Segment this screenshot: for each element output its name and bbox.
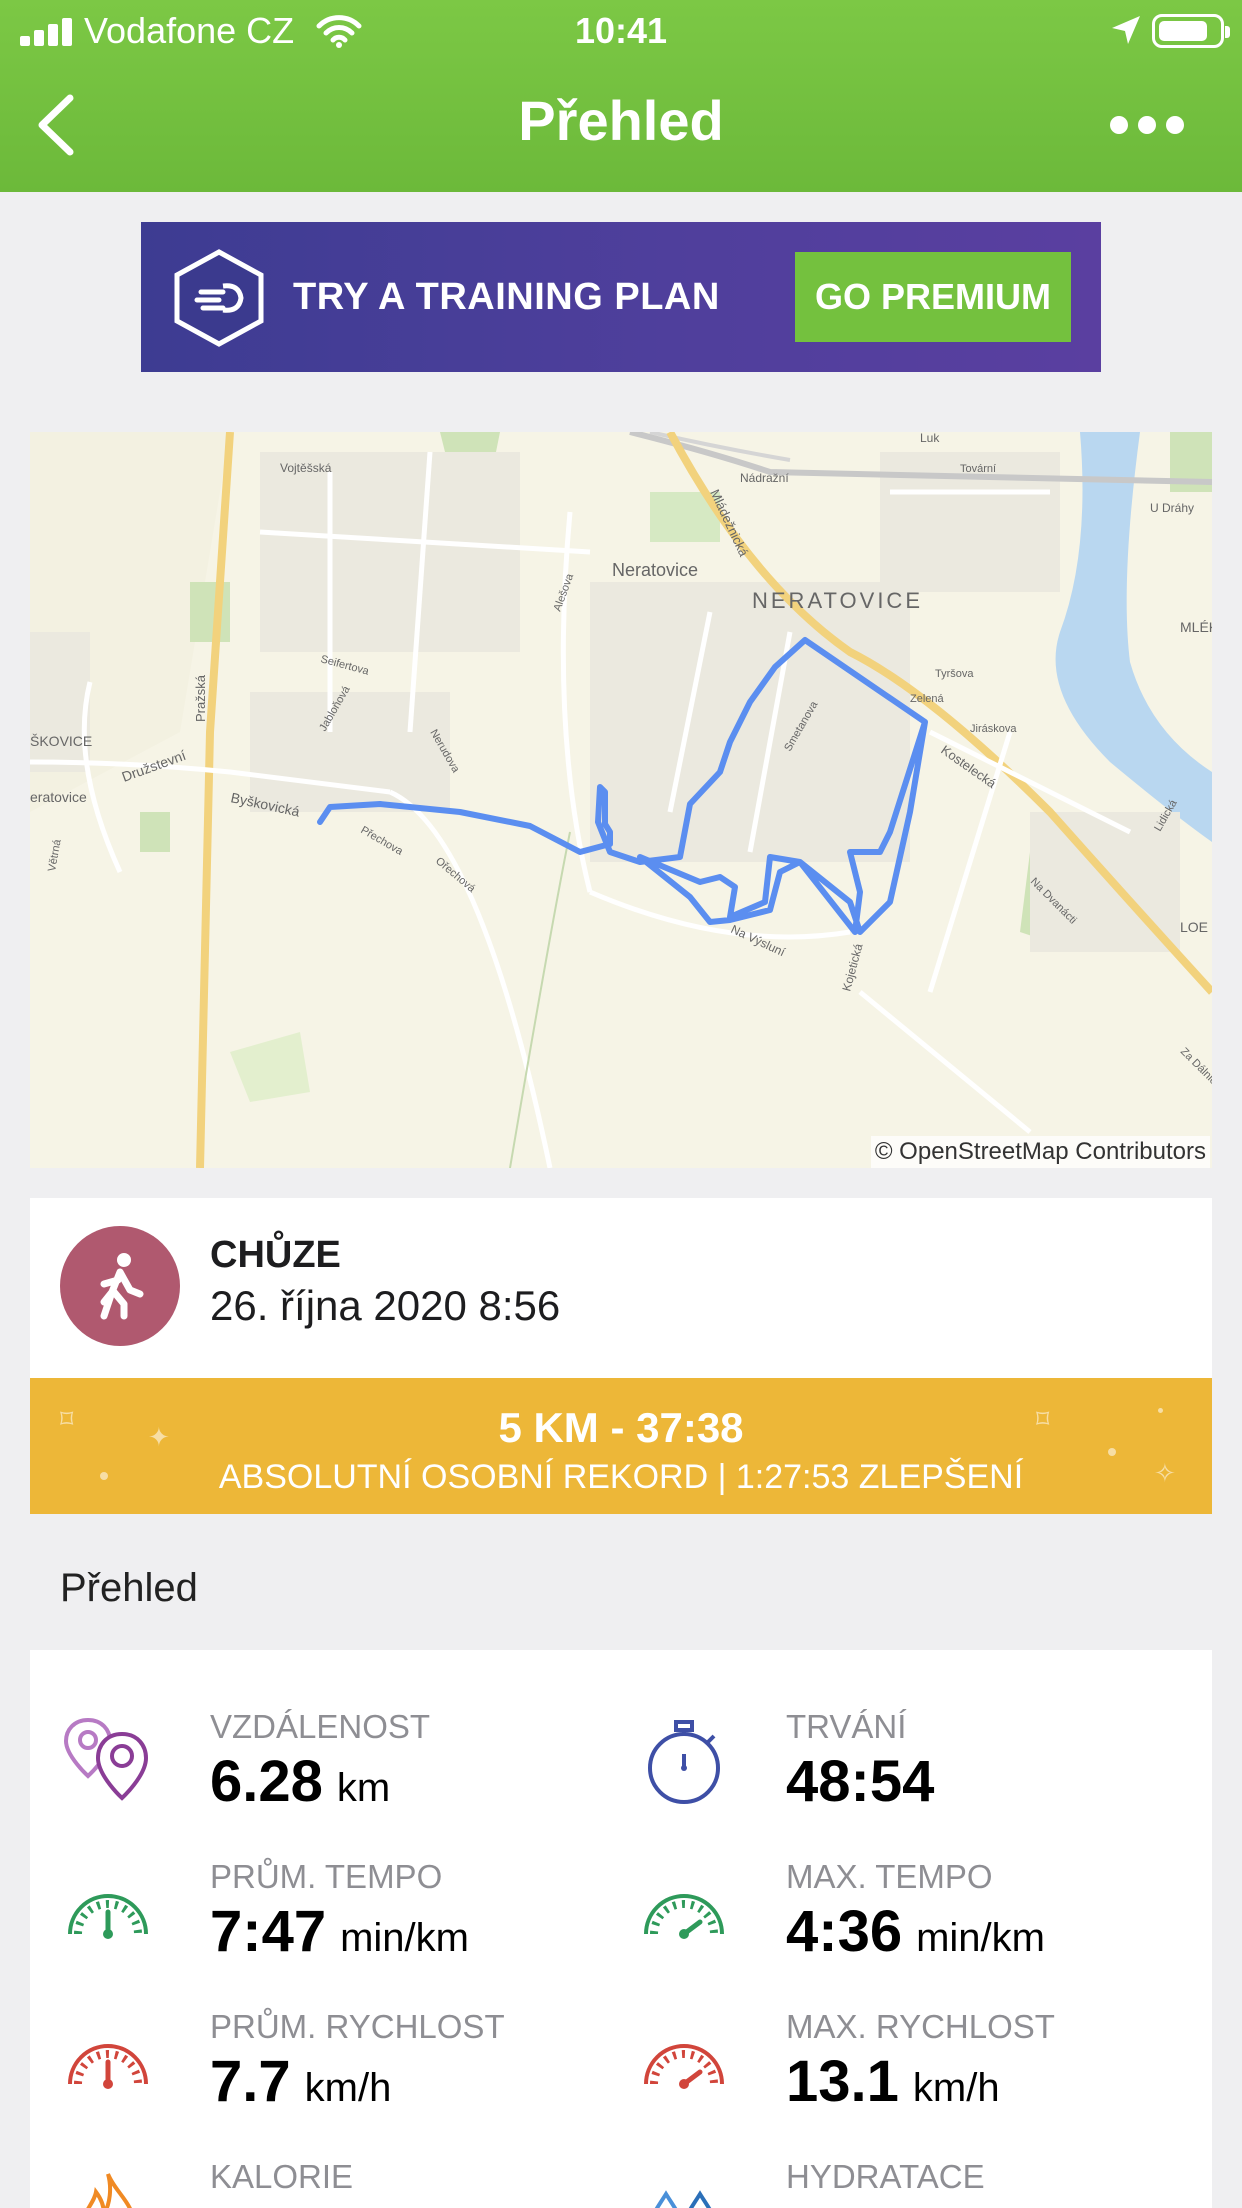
flame-icon <box>86 2173 132 2208</box>
page-title: Přehled <box>518 89 724 152</box>
stat-value: 48:54 <box>786 1748 948 1815</box>
stat-label: TRVÁNÍ <box>786 1708 907 1745</box>
stat-label: PRŮM. RYCHLOST <box>210 2008 505 2045</box>
stats-panel: VZDÁLENOST 6.28 km TRVÁNÍ 48:54 PRŮM. TEM… <box>30 1650 1212 2208</box>
stat-distance: VZDÁLENOST 6.28 km <box>60 1708 620 1838</box>
speed-gauge-icon <box>68 2044 148 2089</box>
stat-number: 13.1 <box>786 2049 899 2114</box>
stat-avg-speed: PRŮM. RYCHLOST 7.7 km/h <box>60 2008 620 2138</box>
clock: 10:41 <box>574 10 668 51</box>
stat-label: MAX. RYCHLOST <box>786 2008 1055 2045</box>
stat-value: 7:47 min/km <box>210 1898 469 1965</box>
stat-number: 48:54 <box>786 1749 935 1814</box>
stat-label: PRŮM. TEMPO <box>210 1858 443 1895</box>
activity-card: CHŮZE 26. října 2020 8:56 <box>30 1198 1212 1378</box>
map-label: Jiráskova <box>970 723 1017 735</box>
stat-unit: km/h <box>912 2066 1000 2110</box>
stat-duration: TRVÁNÍ 48:54 <box>636 1708 1196 1838</box>
map-label: U Dráhy <box>1150 501 1194 515</box>
stat-number: 4:36 <box>786 1899 903 1964</box>
promo-text: TRY A TRAINING PLAN <box>293 276 720 318</box>
stat-label: MAX. TEMPO <box>786 1858 993 1895</box>
stat-unit: km <box>336 1766 391 1810</box>
stat-number: 7.7 <box>210 2049 291 2114</box>
stat-unit: min/km <box>916 1916 1045 1960</box>
more-options-icon[interactable] <box>1104 104 1188 144</box>
stat-unit: min/km <box>340 1916 469 1960</box>
stat-calories: KALORIE <box>60 2158 620 2208</box>
top-bar: Vodafone CZ 10:41 Přehled <box>0 0 1242 192</box>
pace-gauge-icon <box>68 1894 148 1939</box>
activity-type: CHŮZE <box>210 1234 341 1276</box>
battery-icon <box>1152 14 1230 48</box>
map-label: NERATOVICE <box>752 588 923 613</box>
water-drops-icon <box>654 2190 712 2208</box>
stat-value: 4:36 min/km <box>786 1898 1045 1965</box>
map-attribution[interactable]: © OpenStreetMap Contributors <box>870 1136 1210 1168</box>
stat-value <box>786 2198 800 2208</box>
personal-record-banner: ⌑ ✦ ⌑ ✧ 5 KM - 37:38 ABSOLUTNÍ OSOBNÍ RE… <box>30 1378 1212 1514</box>
map-label: MLÉK <box>1180 619 1212 635</box>
map-label: Zelená <box>910 693 945 705</box>
map-label: ŠKOVICE <box>30 733 92 749</box>
map-label: Vojtěšská <box>280 461 332 475</box>
stopwatch-icon <box>648 1720 720 1804</box>
overview-title: Přehled <box>60 1566 198 1610</box>
stat-max-pace: MAX. TEMPO 4:36 min/km <box>636 1858 1196 1988</box>
record-subline: ABSOLUTNÍ OSOBNÍ REKORD | 1:27:53 ZLEPŠE… <box>218 1458 1024 1496</box>
stat-value: 13.1 km/h <box>786 2048 1000 2115</box>
map-label: Tyršova <box>935 668 974 680</box>
stat-number: 7:47 <box>210 1899 327 1964</box>
stat-label: HYDRATACE <box>786 2158 985 2195</box>
stat-unit: km/h <box>304 2066 392 2110</box>
go-premium-button[interactable]: GO PREMIUM <box>795 252 1071 342</box>
stat-number: 6.28 <box>210 1749 323 1814</box>
map-label: Luk <box>920 432 940 445</box>
map-label: Tovární <box>960 463 996 475</box>
map-label: eratovice <box>30 789 87 805</box>
location-arrow-icon <box>1112 16 1140 44</box>
map-canvas: NERATOVICE Neratovice ŠKOVICE eratovice … <box>30 432 1212 1168</box>
speed-gauge-icon <box>644 2044 724 2089</box>
map-label: Pražská <box>193 674 208 722</box>
stat-value: 6.28 km <box>210 1748 390 1815</box>
stat-value <box>210 2198 224 2208</box>
stat-max-speed: MAX. RYCHLOST 13.1 km/h <box>636 2008 1196 2138</box>
map-label: LOE <box>1180 919 1208 935</box>
activity-type-avatar <box>60 1226 180 1346</box>
status-bar: Vodafone CZ 10:41 <box>0 0 1242 64</box>
training-plan-logo-icon <box>174 249 264 347</box>
activity-date: 26. října 2020 8:56 <box>210 1282 561 1329</box>
stat-label: KALORIE <box>210 2158 354 2195</box>
distance-pins-icon <box>63 1717 149 1801</box>
map-label: Nádražní <box>740 471 789 485</box>
stat-hydration: HYDRATACE <box>636 2158 1196 2208</box>
map-label: Neratovice <box>612 560 698 580</box>
training-plan-banner[interactable]: TRY A TRAINING PLAN GO PREMIUM <box>141 222 1101 372</box>
record-headline: 5 KM - 37:38 <box>498 1404 744 1451</box>
stat-avg-pace: PRŮM. TEMPO 7:47 min/km <box>60 1858 620 1988</box>
route-map[interactable]: NERATOVICE Neratovice ŠKOVICE eratovice … <box>30 432 1212 1168</box>
walking-icon <box>100 1253 144 1320</box>
stat-value: 7.7 km/h <box>210 2048 391 2115</box>
stat-label: VZDÁLENOST <box>210 1708 431 1745</box>
pace-gauge-icon <box>644 1894 724 1939</box>
